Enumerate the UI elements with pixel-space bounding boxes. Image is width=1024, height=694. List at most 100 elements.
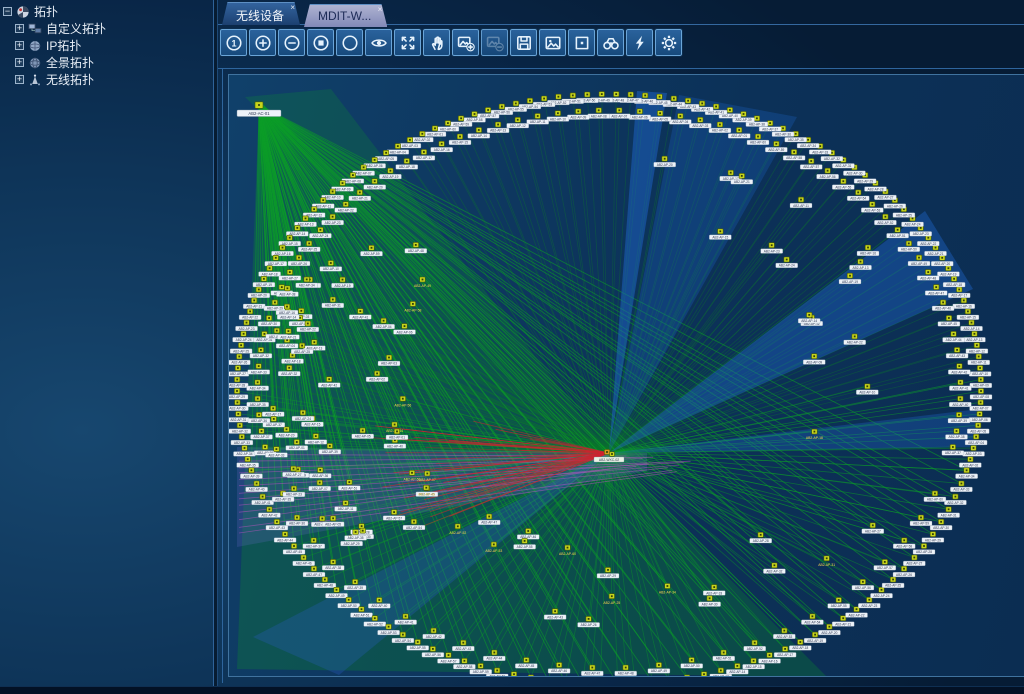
zoom-actual-button[interactable]: 1 [220, 29, 247, 56]
topology-node[interactable]: AB2-AP-55 [832, 179, 854, 190]
settings-button[interactable] [655, 29, 682, 56]
tab-close-icon[interactable]: × [290, 4, 295, 12]
topology-node[interactable]: AB2-AP-29 [229, 389, 248, 400]
svg-text:AB2-AP-22: AB2-AP-22 [847, 341, 863, 345]
topology-node[interactable]: AB2-AP-02 [959, 457, 981, 468]
sidebar-item-topology-root[interactable]: −拓扑 [2, 3, 213, 20]
zoom-fit-button[interactable] [307, 29, 334, 56]
export-image-button[interactable] [539, 29, 566, 56]
one-circle-icon: 1 [225, 34, 243, 52]
svg-text:AB2-AP-24: AB2-AP-24 [312, 234, 328, 238]
topology-node[interactable]: AB2-AP-29 [922, 532, 944, 543]
topology-node[interactable]: AB2-AP-31 [229, 411, 249, 422]
svg-text:AB2-AP-33: AB2-AP-33 [706, 591, 722, 595]
fullscreen-button[interactable] [394, 29, 421, 56]
topology-node[interactable]: AB2-AP-40 [949, 396, 971, 407]
wireless-topology-icon [28, 73, 42, 87]
tree-expander-icon[interactable]: − [3, 7, 12, 16]
topology-toolbar: 1 [220, 29, 682, 56]
tree-item-label: IP拓扑 [46, 37, 81, 54]
topology-node[interactable]: AB2-AP-25 [230, 343, 252, 354]
topology-node[interactable]: AB2-AP-23 [858, 597, 880, 608]
svg-text:AB2-AP-49: AB2-AP-49 [329, 594, 345, 598]
topology-node[interactable]: AB2-AP-13 [487, 122, 509, 133]
sidebar-item-2[interactable]: +全景拓扑 [2, 54, 213, 71]
topology-node[interactable]: AB2-AP-58 [893, 538, 915, 549]
svg-text:AB2-AP-52: AB2-AP-52 [367, 622, 383, 626]
svg-text:AB2-AP-24: AB2-AP-24 [905, 223, 921, 227]
topology-node[interactable]: AB2-AP-30 [229, 400, 248, 411]
svg-text:AB2-AP-01: AB2-AP-01 [731, 134, 747, 138]
svg-text:AB2-AP-51: AB2-AP-51 [341, 486, 357, 490]
zoom-in-button[interactable] [249, 29, 276, 56]
topology-node[interactable]: AB2-AP-27 [229, 366, 249, 377]
svg-text:AB2-AP-33: AB2-AP-33 [953, 488, 969, 492]
svg-text:AB2-AP-05: AB2-AP-05 [652, 117, 668, 121]
overview-button[interactable] [365, 29, 392, 56]
tab-0[interactable]: 无线设备× [222, 2, 300, 25]
tree-expander-icon[interactable]: + [15, 24, 24, 33]
set-background-button[interactable] [452, 29, 479, 56]
sidebar-item-3[interactable]: +无线拓扑 [2, 71, 213, 88]
svg-text:AB2-AP-57: AB2-AP-57 [441, 659, 457, 663]
topology-node[interactable]: AB2-AP-28 [913, 544, 935, 555]
tab-close-icon[interactable]: × [378, 6, 383, 14]
topology-node[interactable]: AB2-AP-09 [970, 377, 992, 388]
topology-node[interactable]: AB2-AP-34 [956, 468, 978, 479]
refresh-button[interactable] [626, 29, 653, 56]
sidebar-item-1[interactable]: + IP拓扑 [2, 37, 213, 54]
topology-node[interactable]: AB2-AP-12 [966, 343, 988, 354]
svg-text:AB2-AP-55: AB2-AP-55 [835, 185, 851, 189]
topology-node[interactable]: AB2-AP-28 [229, 377, 248, 388]
topology-node[interactable]: AB2-AP-14 [468, 128, 490, 139]
topology-node[interactable]: AB2-AP-57 [874, 559, 896, 570]
topology-node[interactable]: AB2-AP-10 [547, 111, 569, 122]
svg-text:AB2-AP-03: AB2-AP-03 [402, 144, 418, 148]
sidebar-item-0[interactable]: +自定义拓扑 [2, 20, 213, 37]
topology-node[interactable]: AB2-AP-10 [969, 366, 991, 377]
topology-node[interactable]: AB2-AP-53 [861, 202, 883, 213]
topology-node[interactable]: AB2-AP-12 [507, 117, 529, 128]
topology-node[interactable]: AB2-AP-07 [970, 400, 992, 411]
image-icon [544, 34, 562, 52]
topology-node[interactable]: AB2-AP-11 [676, 675, 698, 677]
topology-node[interactable]: AB2-AP-02 [520, 675, 542, 677]
svg-text:AB2-AP-16: AB2-AP-16 [279, 311, 295, 315]
svg-text:AB2-AP-45: AB2-AP-45 [286, 550, 302, 554]
find-button[interactable] [597, 29, 624, 56]
save-button[interactable] [510, 29, 537, 56]
topology-node[interactable]: AB2-AP-26 [229, 354, 250, 365]
tab-1[interactable]: MDIT-W...× [304, 4, 387, 27]
topology-node[interactable]: AB2-AP-30 [930, 519, 952, 530]
svg-text:AB2-AP-43: AB2-AP-43 [547, 615, 563, 619]
topology-canvas[interactable]: AB2-AP-01 AB2-AP-02 AB2-AP-03 AB2-AP-04 AB2-… [228, 74, 1024, 677]
topology-node[interactable]: AB2-AP-11 [527, 114, 549, 125]
svg-text:AB2-AP-20: AB2-AP-20 [821, 631, 837, 635]
topology-node[interactable]: AB2-AP-16 [953, 298, 975, 309]
zoom-region-button[interactable] [336, 29, 363, 56]
tree-expander-icon[interactable]: + [15, 58, 24, 67]
select-frame-button[interactable] [568, 29, 595, 56]
svg-text:AB2-AP-16: AB2-AP-16 [860, 252, 876, 256]
topology-node[interactable]: AB2-AP-59 [910, 515, 932, 526]
svg-text:AB2-AP-05: AB2-AP-05 [970, 430, 986, 434]
topology-node[interactable]: AB2-AP-26 [893, 566, 915, 577]
tree-expander-icon[interactable]: + [15, 75, 24, 84]
topology-node[interactable]: AB2-AP-27 [903, 555, 925, 566]
svg-text:AB2-AP-51: AB2-AP-51 [716, 657, 732, 661]
svg-text:AB2-AP-07: AB2-AP-07 [312, 487, 328, 491]
svg-text:AB2-AP-14: AB2-AP-14 [964, 327, 980, 331]
svg-text:AB2-AP-24: AB2-AP-24 [236, 338, 252, 342]
tree-expander-icon[interactable]: + [15, 41, 24, 50]
svg-text:AB2-AP-04: AB2-AP-04 [279, 344, 295, 348]
topology-node[interactable]: AB2-AP-42 [948, 364, 970, 375]
zoom-out-button[interactable] [278, 29, 305, 56]
pan-button[interactable] [423, 29, 450, 56]
topology-node[interactable]: AB2-AP-08 [970, 389, 992, 400]
topology-node[interactable]: AB2-AP-11 [968, 354, 990, 365]
svg-text:AB2-AP-60: AB2-AP-60 [927, 498, 943, 502]
svg-text:AB2-AP-53: AB2-AP-53 [776, 635, 792, 639]
topology-node[interactable]: AB2-AP-11 [790, 197, 812, 208]
topology-node[interactable]: AB2-AP-25 [882, 577, 904, 588]
svg-text:AB2-AP-55: AB2-AP-55 [410, 646, 426, 650]
